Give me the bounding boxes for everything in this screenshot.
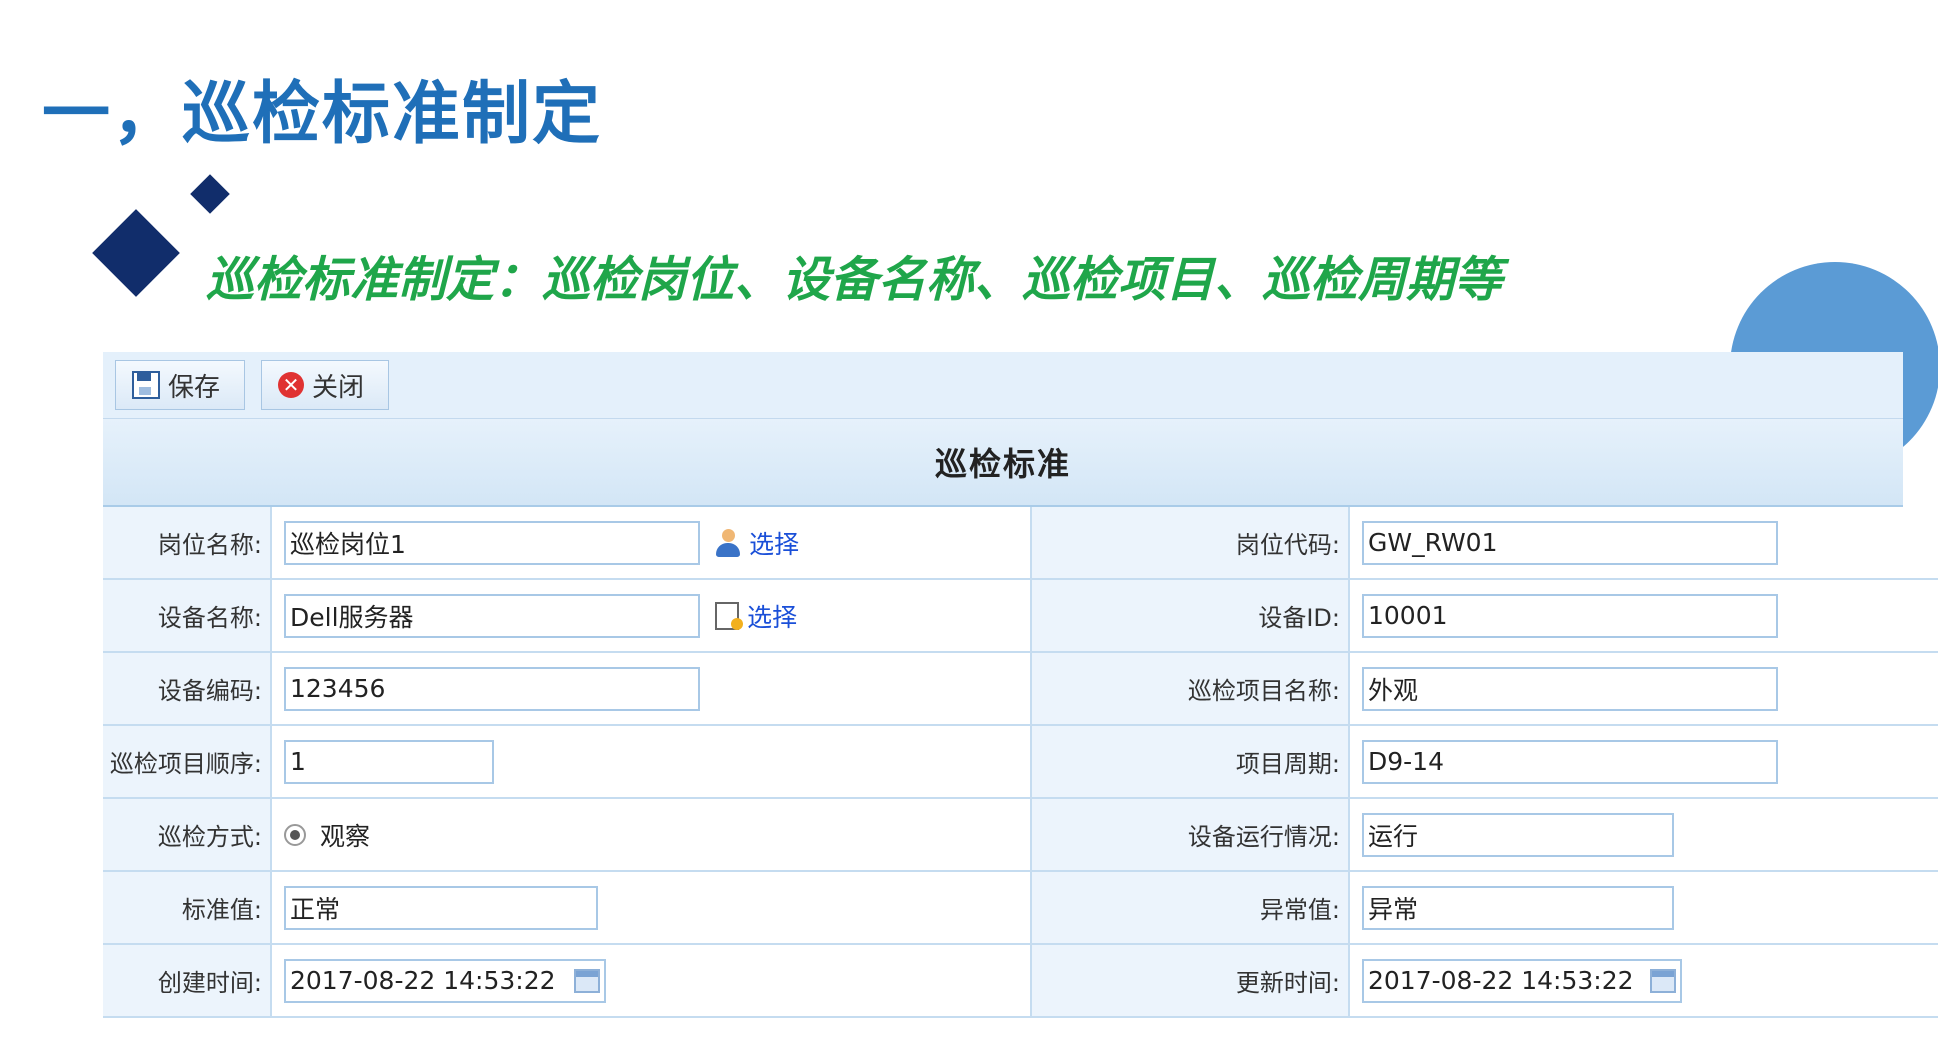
- diamond-bullet-large: [92, 209, 180, 297]
- updated-time-field[interactable]: 2017-08-22 14:53:22: [1362, 958, 1682, 1003]
- device-name-label: 设备名称:: [103, 579, 272, 653]
- standard-value-value: 正常: [290, 894, 341, 924]
- updated-time-value: 2017-08-22 14:53:22: [1368, 966, 1634, 995]
- form-row: 巡检项目顺序: 1 项目周期: D9-14: [103, 725, 1938, 799]
- form-row: 标准值: 正常 异常值: 异常: [103, 871, 1938, 945]
- close-button-label: 关闭: [312, 372, 365, 403]
- device-id-label: 设备ID:: [1031, 579, 1350, 653]
- inspection-method-radio-group: 观察: [284, 817, 370, 853]
- item-cycle-label: 项目周期:: [1031, 725, 1350, 799]
- form-row: 岗位名称: 巡检岗位1 选择 岗位代码: GW_RW01: [103, 507, 1938, 580]
- device-status-value: 运行: [1368, 821, 1419, 851]
- device-status-label: 设备运行情况:: [1031, 798, 1350, 872]
- device-id-field[interactable]: 10001: [1362, 593, 1778, 638]
- created-time-label: 创建时间:: [103, 944, 272, 1018]
- inspection-item-name-value: 外观: [1368, 675, 1419, 705]
- created-time-field[interactable]: 2017-08-22 14:53:22: [284, 958, 606, 1003]
- user-icon: [715, 528, 741, 557]
- inspection-order-value: 1: [290, 747, 306, 776]
- slide-subtitle: 巡检标准制定：巡检岗位、设备名称、巡检项目、巡检周期等: [206, 252, 1503, 308]
- device-code-value: 123456: [290, 674, 386, 703]
- diamond-bullet-small: [190, 174, 230, 214]
- inspection-item-name-label: 巡检项目名称:: [1031, 652, 1350, 726]
- device-id-value: 10001: [1368, 601, 1448, 630]
- post-code-value: GW_RW01: [1368, 528, 1498, 557]
- updated-time-label: 更新时间:: [1031, 944, 1350, 1018]
- close-button[interactable]: ✕ 关闭: [261, 360, 390, 410]
- save-icon: [132, 371, 160, 399]
- abnormal-value-value: 异常: [1368, 894, 1419, 924]
- standard-value-label: 标准值:: [103, 871, 272, 945]
- form-row: 设备编码: 123456 巡检项目名称: 外观: [103, 652, 1938, 726]
- inspection-method-label: 巡检方式:: [103, 798, 272, 872]
- device-status-field[interactable]: 运行: [1362, 812, 1674, 857]
- select-post-label: 选择: [749, 529, 800, 559]
- slide: 一，巡检标准制定 巡检标准制定：巡检岗位、设备名称、巡检项目、巡检周期等 保存 …: [0, 0, 1938, 1055]
- slide-title: 一，巡检标准制定: [42, 75, 603, 154]
- calendar-icon[interactable]: [1650, 968, 1676, 993]
- standard-value-field[interactable]: 正常: [284, 885, 598, 930]
- calendar-icon[interactable]: [574, 968, 600, 993]
- inspection-order-label: 巡检项目顺序:: [103, 725, 272, 799]
- post-name-value: 巡检岗位1: [290, 529, 406, 559]
- form-table: 岗位名称: 巡检岗位1 选择 岗位代码: GW_RW01 设备名称: Dell服…: [103, 507, 1938, 1018]
- form-title: 巡检标准: [103, 419, 1903, 507]
- device-code-label: 设备编码:: [103, 652, 272, 726]
- select-device-link[interactable]: 选择: [715, 598, 797, 634]
- form-row: 巡检方式: 观察 设备运行情况: 运行: [103, 798, 1938, 872]
- inspection-item-name-field[interactable]: 外观: [1362, 666, 1778, 711]
- post-code-field[interactable]: GW_RW01: [1362, 520, 1778, 565]
- post-name-field[interactable]: 巡检岗位1: [284, 520, 700, 565]
- inspection-order-field[interactable]: 1: [284, 739, 494, 784]
- post-name-label: 岗位名称:: [103, 507, 272, 580]
- observe-radio[interactable]: [284, 823, 306, 846]
- close-icon: ✕: [278, 372, 305, 398]
- item-cycle-value: D9-14: [1368, 747, 1444, 776]
- toolbar: 保存 ✕ 关闭: [103, 352, 1903, 419]
- created-time-value: 2017-08-22 14:53:22: [290, 966, 556, 995]
- item-cycle-field[interactable]: D9-14: [1362, 739, 1778, 784]
- observe-radio-label: 观察: [320, 821, 371, 851]
- form-row: 设备名称: Dell服务器 选择 设备ID: 10001: [103, 579, 1938, 653]
- device-code-field[interactable]: 123456: [284, 666, 700, 711]
- device-name-value: Dell服务器: [290, 602, 414, 632]
- device-name-field[interactable]: Dell服务器: [284, 593, 700, 638]
- select-device-label: 选择: [747, 602, 798, 632]
- save-button-label: 保存: [168, 372, 221, 403]
- document-icon: [715, 601, 744, 630]
- post-code-label: 岗位代码:: [1031, 507, 1350, 580]
- select-post-link[interactable]: 选择: [715, 525, 799, 561]
- abnormal-value-field[interactable]: 异常: [1362, 885, 1674, 930]
- form-panel: 保存 ✕ 关闭 巡检标准 岗位名称: 巡检岗位1 选择 岗位代码: GW_RW0…: [103, 352, 1938, 1018]
- save-button[interactable]: 保存: [115, 360, 246, 410]
- abnormal-value-label: 异常值:: [1031, 871, 1350, 945]
- form-row: 创建时间: 2017-08-22 14:53:22 更新时间: 2017-08-…: [103, 944, 1938, 1018]
